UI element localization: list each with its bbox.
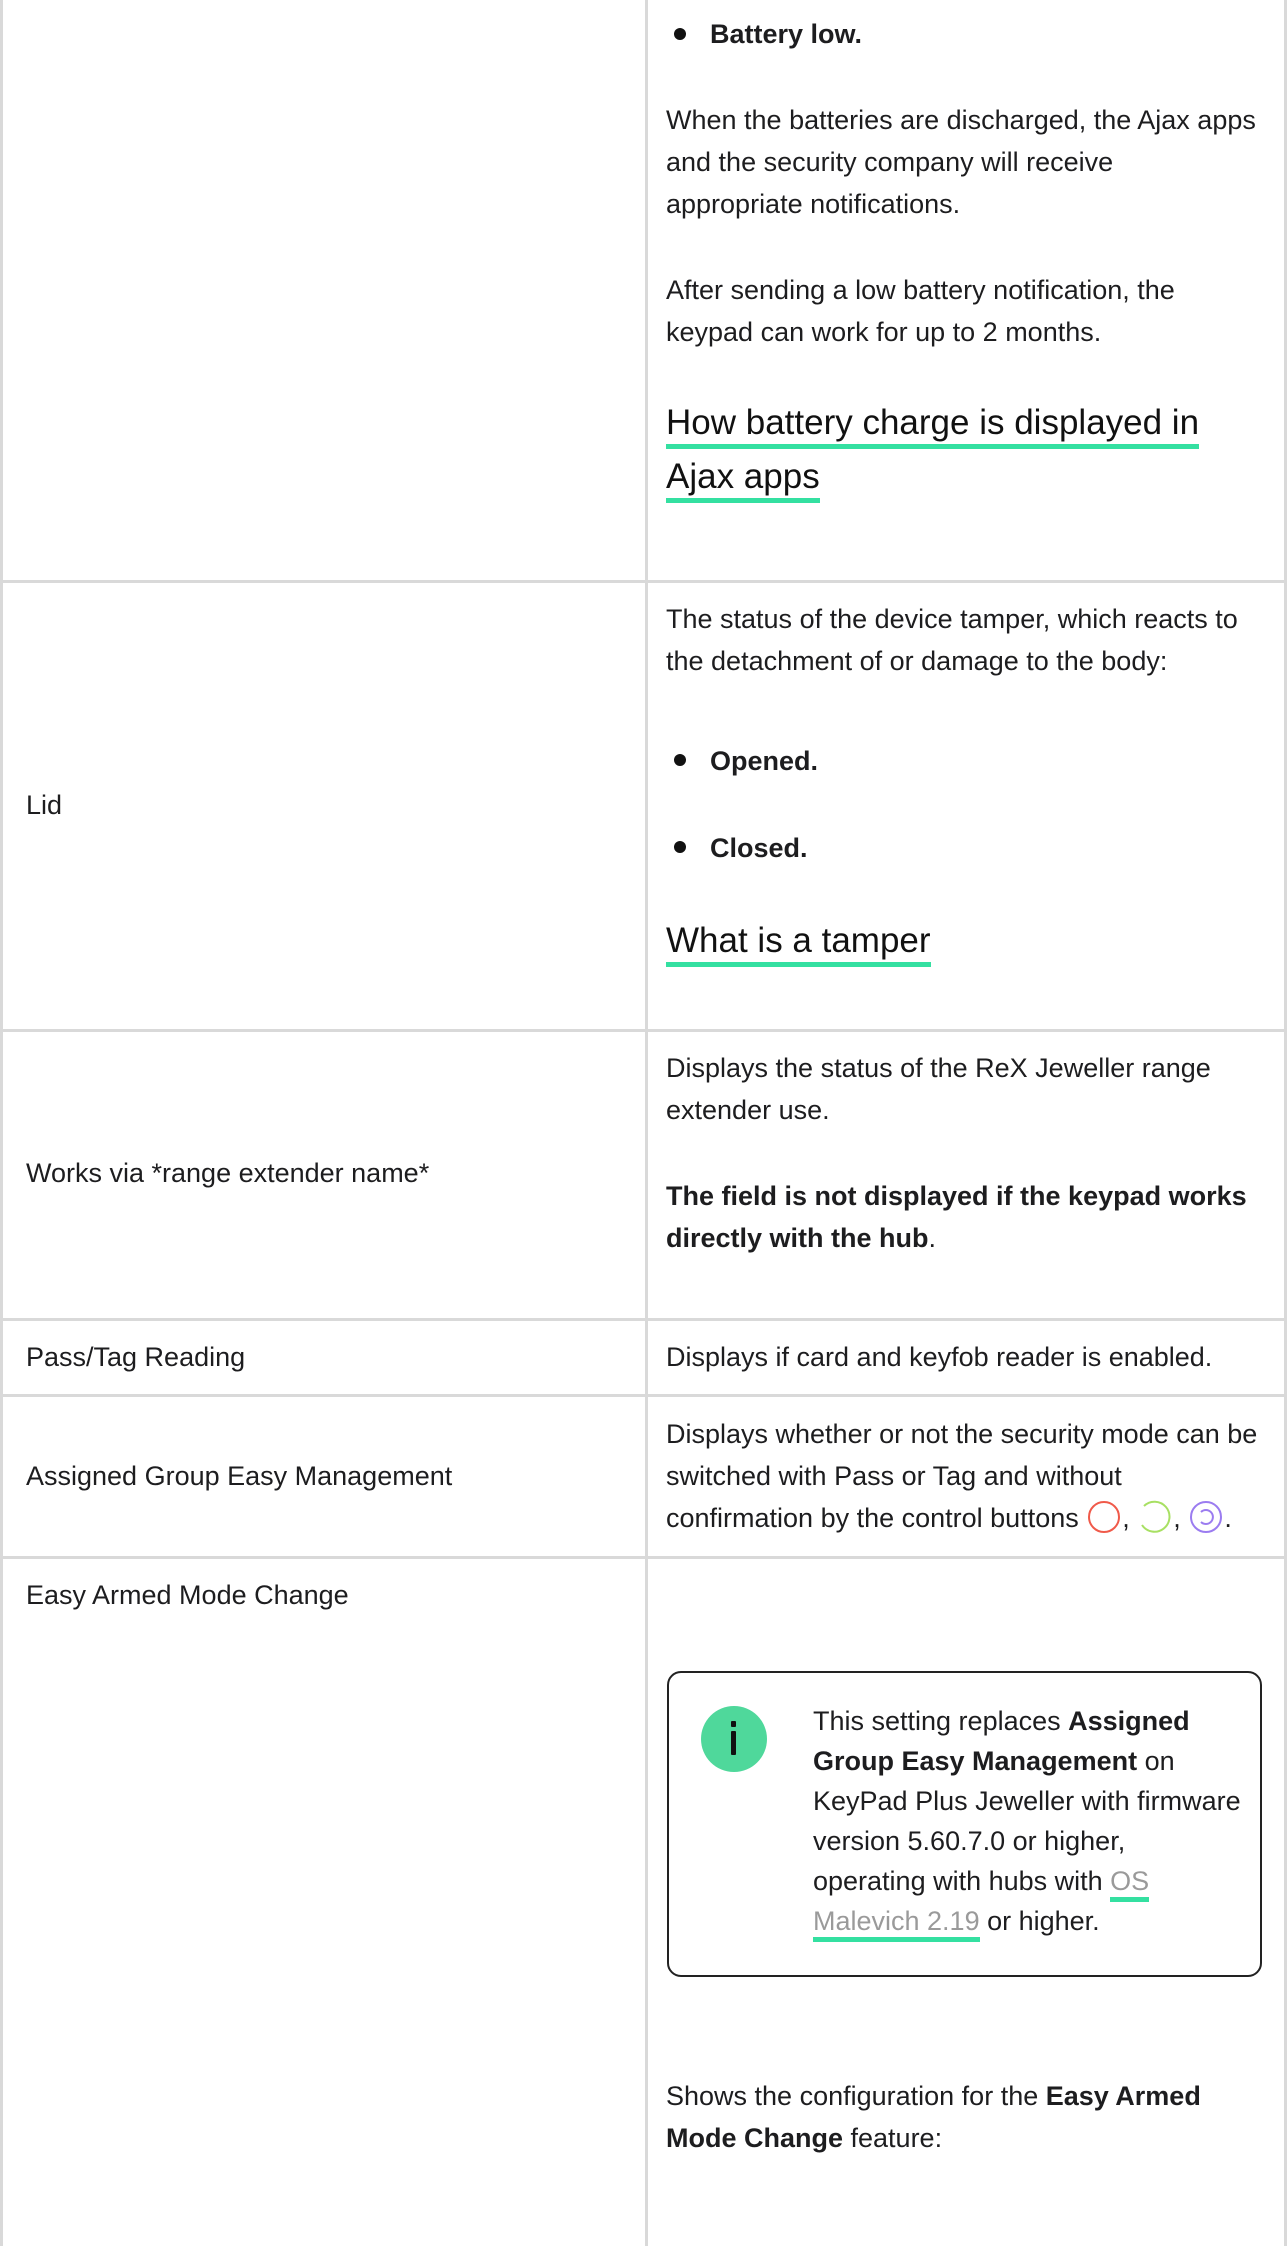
info-icon (701, 1706, 767, 1772)
easy-armed-description: Shows the configuration for the Easy Arm… (666, 2075, 1266, 2159)
note-text-end: or higher. (979, 1906, 1100, 1936)
battery-charge-link[interactable]: How battery charge is displayed in Ajax … (666, 396, 1266, 504)
lid-label: Lid (26, 790, 63, 820)
lid-closed-bullet: Closed. (710, 833, 808, 863)
pass-tag-description: Displays if card and keyfob reader is en… (666, 1342, 1213, 1372)
battery-charge-link-line1[interactable]: How battery charge is displayed in (666, 403, 1200, 449)
row-divider (0, 1029, 1287, 1032)
bullet-marker (674, 841, 686, 853)
night-mode-icon (1190, 1501, 1223, 1533)
easy-armed-desc-start: Shows the configuration for the (666, 2081, 1046, 2111)
armed-icon (1088, 1501, 1121, 1533)
group-easy-description: Displays whether or not the security mod… (666, 1413, 1272, 1539)
row-divider (0, 1556, 1287, 1559)
table-column-divider (645, 0, 648, 2246)
group-easy-label: Assigned Group Easy Management (26, 1461, 453, 1491)
description-end: . (1224, 1503, 1232, 1533)
easy-armed-desc-end: feature: (843, 2123, 943, 2153)
works-via-label: Works via *range extender name* (26, 1158, 430, 1188)
battery-paragraph-1: When the batteries are discharged, the A… (666, 105, 1256, 219)
works-via-note: The field is not displayed if the keypad… (666, 1175, 1266, 1259)
bullet-marker (674, 754, 686, 766)
tamper-link[interactable]: What is a tamper (666, 914, 931, 968)
icon-separator: , (1173, 1503, 1181, 1533)
info-note-text: This setting replaces Assigned Group Eas… (813, 1701, 1243, 1942)
works-via-note-end: . (928, 1223, 937, 1253)
pass-tag-label: Pass/Tag Reading (26, 1342, 246, 1372)
works-via-description: Displays the status of the ReX Jeweller … (666, 1053, 1211, 1125)
bullet-marker (674, 28, 686, 40)
battery-charge-link-line2[interactable]: Ajax apps (666, 457, 820, 503)
row-divider (0, 1318, 1287, 1321)
lid-opened-bullet: Opened. (710, 746, 819, 776)
easy-armed-label: Easy Armed Mode Change (26, 1580, 349, 1610)
table-border-left (0, 0, 3, 2246)
disarmed-icon (1141, 1500, 1171, 1533)
note-text-start: This setting replaces (813, 1706, 1069, 1736)
battery-paragraph-2: After sending a low battery notification… (666, 275, 1175, 347)
icon-separator: , (1122, 1503, 1130, 1533)
row-divider (0, 580, 1287, 583)
works-via-note-bold: The field is not displayed if the keypad… (666, 1181, 1247, 1253)
lid-description: The status of the device tamper, which r… (666, 604, 1238, 676)
row-divider (0, 1394, 1287, 1397)
battery-low-bullet: Battery low. (710, 19, 863, 49)
tamper-link-text[interactable]: What is a tamper (666, 921, 931, 967)
